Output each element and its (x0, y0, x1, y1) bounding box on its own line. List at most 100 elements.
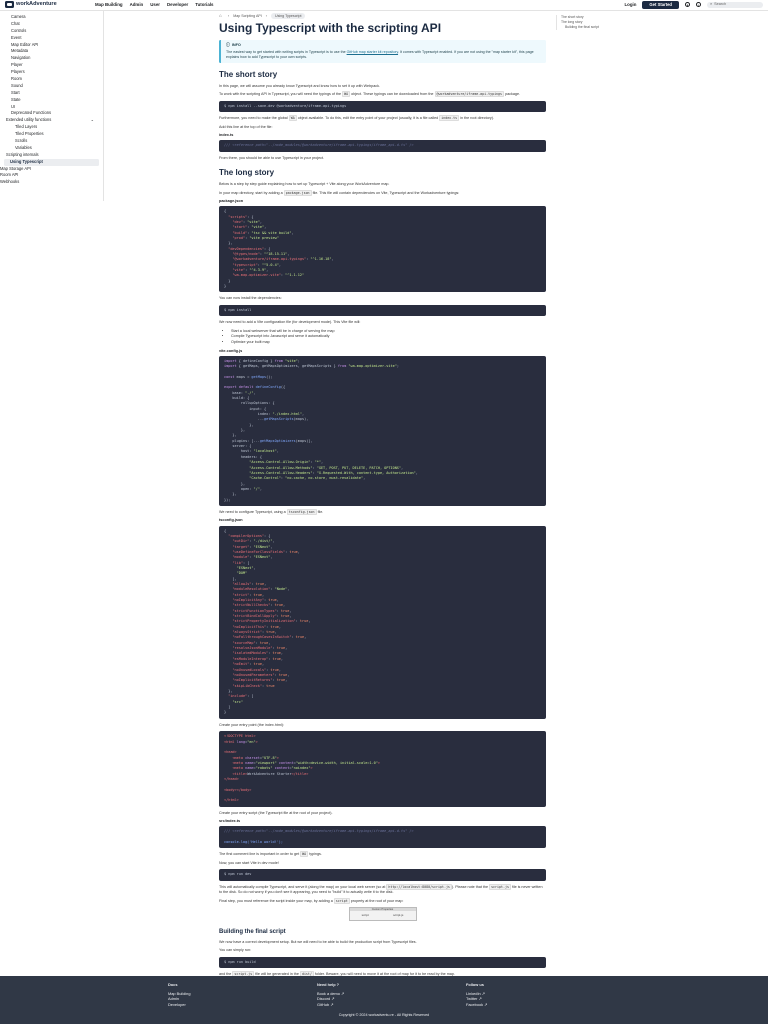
nav-link-admin[interactable]: Admin (130, 2, 144, 8)
sidebar-item[interactable]: Extended utility functions ⌄ (0, 117, 103, 124)
info-icon: ⓘ (226, 42, 230, 47)
sidebar-item[interactable]: Variables (0, 145, 103, 152)
paragraph: To work with the scripting API in Typesc… (219, 91, 521, 98)
nav-link-user[interactable]: User (150, 2, 160, 8)
sidebar-item[interactable]: Deprecated Functions (0, 110, 103, 117)
sidebar-item[interactable]: Start (0, 90, 103, 97)
sidebar-item[interactable]: Camera (0, 14, 103, 21)
starter-kit-link[interactable]: GitHub map starter kit repository (347, 50, 398, 54)
sidebar-item[interactable]: UI (0, 104, 103, 111)
footer-link[interactable]: GitHub ↗ (317, 1002, 344, 1008)
workadventure-logo-icon (5, 1, 14, 9)
site-footer: Docs Map Building Admin Developer Need h… (0, 976, 768, 1024)
code-filename: package.json (219, 199, 244, 204)
paragraph: Furthermore, you need to make the global… (219, 115, 494, 122)
search-input[interactable]: ⌕ Search (707, 1, 763, 8)
sidebar-item-label: Navigation (11, 55, 31, 61)
sidebar-item[interactable]: Players (0, 69, 103, 76)
paragraph: You can now install the dependencies: (219, 296, 282, 301)
footer-link[interactable]: Developer (168, 1002, 191, 1008)
sidebar-item[interactable]: Map Storage API (0, 166, 103, 173)
paragraph: This will automatically compile Typescri… (219, 883, 543, 895)
breadcrumb-separator: › (265, 13, 267, 18)
sidebar-item-label: Sound (11, 82, 23, 88)
paragraph: Add this line at the top of the file: (219, 124, 273, 129)
sidebar-item[interactable]: Scripting internals (0, 152, 103, 159)
sidebar-item[interactable]: Scrolls (0, 138, 103, 145)
tiled-properties-screenshot: Custom Properties script script.js (348, 907, 417, 922)
sidebar-item-label: Tiled Properties (15, 131, 44, 137)
paragraph: Create your entry script (the Typescript… (219, 810, 333, 815)
sidebar-item-label: Map Editor API (11, 41, 39, 47)
info-label: INFO (231, 42, 241, 47)
sidebar-item[interactable]: State (0, 97, 103, 104)
code-block-npm-install: $ npm install (219, 304, 546, 317)
table-of-contents: The short story The long story Building … (556, 15, 611, 30)
paragraph: Now, you can start Vite in dev mode! (219, 860, 279, 865)
chevron-down-icon[interactable]: ⌄ (91, 117, 94, 124)
sidebar-item-label: Controls (11, 27, 27, 33)
get-started-button[interactable]: Get Started (642, 0, 679, 10)
sidebar-item-label: Players (11, 69, 25, 75)
footer-link[interactable]: Facebook ↗ (466, 1002, 487, 1008)
sidebar-item-label: Start (11, 89, 20, 95)
login-link[interactable]: Login (624, 2, 636, 8)
paragraph: You can simply run: (219, 948, 252, 953)
paragraph: Final step, you must reference the scrip… (219, 897, 404, 904)
heading-building-final-script: Building the final script (219, 929, 286, 936)
sidebar-item[interactable]: Event (0, 35, 103, 42)
sidebar-item-label: Using Typescript (10, 158, 43, 164)
home-icon[interactable]: ⌂ (219, 13, 224, 18)
code-block-vite-config: import { defineConfig } from "vite"; imp… (219, 355, 546, 506)
sidebar-item[interactable]: Webhooks (0, 179, 103, 186)
sidebar-item[interactable]: Map Editor API (0, 42, 103, 49)
code-filename: src/index.ts (219, 819, 241, 824)
sidebar-item[interactable]: Tiled Layers (0, 124, 103, 131)
breadcrumb-current: Using Typescript (270, 13, 306, 19)
sidebar-item-label: Player (11, 62, 23, 68)
code-block-src-index: /// <reference path="../node_modules/@wo… (219, 826, 546, 849)
sidebar-item[interactable]: Sound (0, 83, 103, 90)
nav-link-map-building[interactable]: Map Building (95, 2, 123, 8)
code-block-index-html: <!DOCTYPE html> <html lang="en"> <head> … (219, 731, 546, 807)
sidebar-item[interactable]: Room API (0, 172, 103, 179)
sidebar-item[interactable]: Metadata (0, 48, 103, 55)
sidebar-item[interactable]: Tiled Properties (0, 131, 103, 138)
breadcrumb-separator: › (228, 13, 230, 18)
nav-link-developer[interactable]: Developer (167, 2, 188, 8)
sidebar-item[interactable]: Chat (0, 21, 103, 28)
sidebar-item[interactable]: Room (0, 76, 103, 83)
sidebar-item-label: Chat (11, 20, 20, 26)
breadcrumb-parent[interactable]: Map Scripting API (233, 14, 262, 19)
code-block-index-ts: /// <reference path="../node_modules/@wo… (219, 140, 546, 152)
code-filename: vite.config.js (219, 348, 243, 353)
vite-feature-list: Start a local webserver that will be in … (231, 329, 546, 346)
toc-item-building-final-script[interactable]: Building the final script (561, 25, 611, 30)
sidebar-item-label: Room API (0, 172, 19, 178)
docs-sidebar: Camera Chat Controls Event Map Editor API Met… (0, 11, 104, 201)
github-icon[interactable]: ● (685, 2, 690, 8)
sidebar-item[interactable]: Player (0, 62, 103, 69)
page-title: Using Typescript with the scripting API (219, 21, 442, 35)
paragraph: Below is a step by step guide explaining… (219, 182, 390, 187)
paragraph: Create your entry point (the index.html)… (219, 722, 284, 727)
paragraph: The first comment line is important in o… (219, 851, 322, 858)
footer-column-follow: Follow us LinkedIn ↗ Twitter ↗ Facebook … (466, 982, 488, 1008)
nav-right: Login Get Started ● ◐ ⌕ Search (624, 0, 763, 10)
theme-toggle-icon[interactable]: ◐ (696, 2, 701, 8)
search-icon: ⌕ (710, 2, 713, 7)
paragraph: We need to configure Typescript, using a… (219, 508, 324, 515)
sidebar-item-label: Tiled Layers (15, 124, 38, 130)
sidebar-item[interactable]: Controls (0, 28, 103, 35)
info-text: The easiest way to get started with writ… (226, 49, 346, 54)
brand-logo[interactable]: workAdventure (5, 1, 95, 9)
sidebar-item-label: Event (11, 34, 22, 40)
info-admonition: ⓘ INFO The easiest way to get started wit… (219, 40, 546, 63)
paragraph: In your map directory, start by adding a… (219, 189, 460, 196)
sidebar-item[interactable]: Navigation (0, 55, 103, 62)
sidebar-item-label: Extended utility functions (6, 117, 52, 123)
list-item: Optimize your built map (231, 340, 546, 346)
sidebar-item[interactable]: Using Typescript (4, 158, 99, 166)
nav-link-tutorials[interactable]: Tutorials (195, 2, 213, 8)
paragraph: We now have a correct development setup.… (219, 939, 417, 944)
